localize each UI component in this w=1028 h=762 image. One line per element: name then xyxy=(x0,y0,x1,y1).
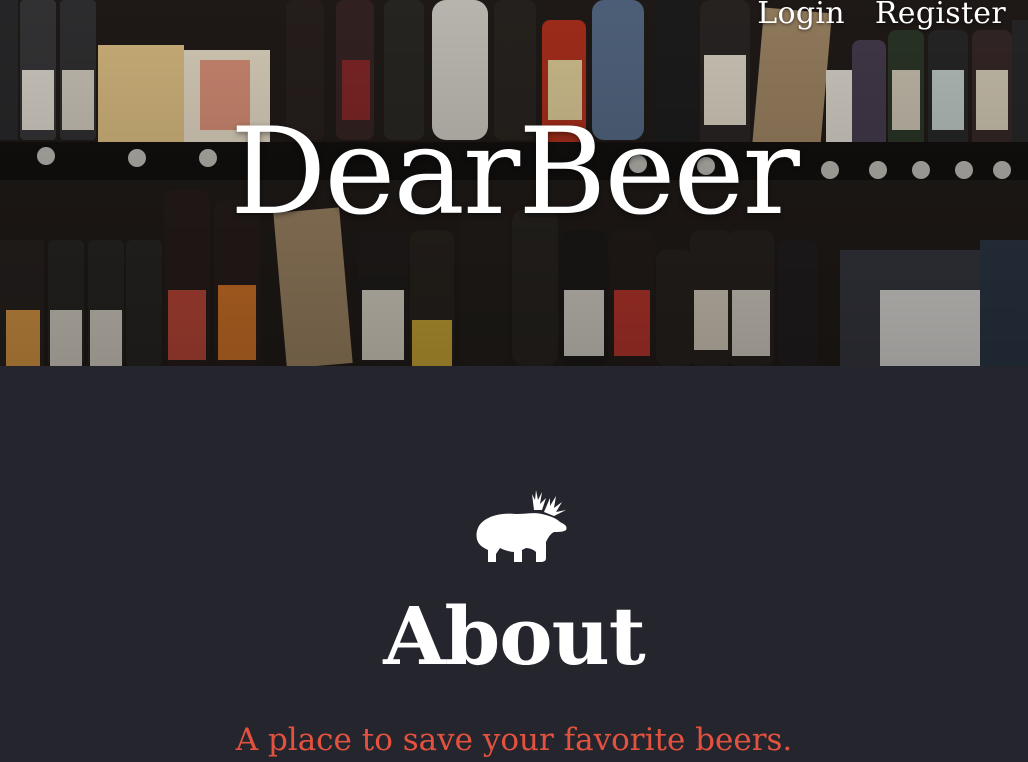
site-title: DearBeer xyxy=(230,103,800,242)
top-nav: Login Register xyxy=(757,0,1006,34)
about-heading: About xyxy=(383,589,645,683)
register-link[interactable]: Register xyxy=(875,0,1006,34)
about-section: About A place to save your favorite beer… xyxy=(0,366,1028,762)
about-tagline: A place to save your favorite beers. xyxy=(235,722,793,758)
login-link[interactable]: Login xyxy=(757,0,845,34)
hero-banner: Login Register DearBeer xyxy=(0,0,1028,366)
bear-with-antlers-icon xyxy=(476,490,567,562)
